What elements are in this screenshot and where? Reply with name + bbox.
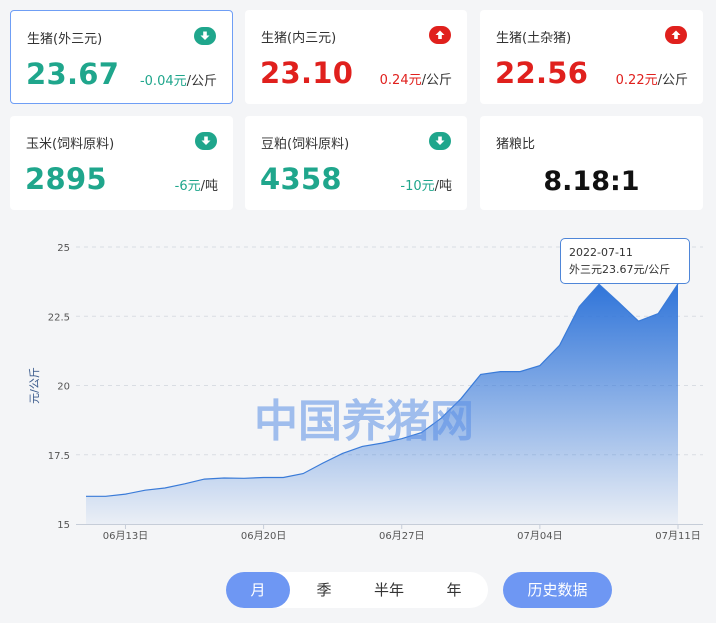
- card-name: 猪粮比: [496, 137, 536, 152]
- x-axis-ticks: 06月13日 06月20日 06月27日 07月04日 07月11日: [103, 524, 701, 542]
- y-axis-label: 元/公斤: [28, 367, 41, 404]
- y-tick-label: 22.5: [48, 312, 70, 323]
- x-tick-label: 07月11日: [655, 530, 700, 542]
- y-tick-label: 20: [57, 382, 70, 393]
- trend-up-icon: [429, 26, 451, 44]
- history-data-button[interactable]: 历史数据: [503, 572, 612, 608]
- period-selector: 月 季 半年 年: [226, 572, 488, 608]
- price-card-tuzazhu[interactable]: 生猪(土杂猪) 22.56 0.22元/公斤: [480, 10, 703, 104]
- tooltip-date: 2022-07-11: [569, 246, 633, 259]
- card-price: 23.67: [26, 57, 120, 91]
- tooltip-text: 外三元23.67元/公斤: [569, 263, 671, 276]
- card-change: -10元/吨: [400, 179, 452, 194]
- card-name: 豆粕(饲料原料): [261, 137, 350, 152]
- y-tick-label: 15: [57, 520, 70, 531]
- period-half-year-button[interactable]: 半年: [358, 572, 420, 608]
- x-tick-label: 06月20日: [241, 530, 286, 542]
- period-month-button[interactable]: 月: [226, 572, 290, 608]
- price-card-hog-grain-ratio[interactable]: 猪粮比 8.18:1: [480, 116, 703, 210]
- hog-grain-ratio-value: 8.18:1: [543, 166, 640, 197]
- trend-up-icon: [665, 26, 687, 44]
- x-tick-label: 06月27日: [379, 530, 424, 542]
- x-tick-label: 06月13日: [103, 530, 148, 542]
- card-name: 生猪(土杂猪): [496, 31, 572, 46]
- chart-tooltip: 2022-07-11 外三元23.67元/公斤: [560, 238, 690, 284]
- price-card-soymeal[interactable]: 豆粕(饲料原料) 4358 -10元/吨: [245, 116, 467, 210]
- y-axis-ticks: 15 17.5 20 22.5 25: [48, 243, 70, 531]
- period-quarter-button[interactable]: 季: [292, 572, 356, 608]
- x-tick-label: 07月04日: [517, 530, 562, 542]
- price-card-corn[interactable]: 玉米(饲料原料) 2895 -6元/吨: [10, 116, 233, 210]
- price-card-waisanyuan[interactable]: 生猪(外三元) 23.67 -0.04元/公斤: [10, 10, 233, 104]
- period-year-button[interactable]: 年: [422, 572, 486, 608]
- y-tick-label: 25: [57, 243, 70, 254]
- card-name: 生猪(内三元): [261, 31, 337, 46]
- card-price: 4358: [260, 162, 342, 196]
- card-change: -6元/吨: [174, 179, 218, 194]
- card-change: 0.24元/公斤: [379, 73, 452, 88]
- trend-down-icon: [429, 132, 451, 150]
- trend-down-icon: [195, 132, 217, 150]
- card-price: 22.56: [495, 56, 589, 90]
- card-change: 0.22元/公斤: [615, 73, 688, 88]
- card-name: 玉米(饲料原料): [26, 137, 115, 152]
- card-name: 生猪(外三元): [27, 32, 103, 47]
- card-price: 23.10: [260, 56, 354, 90]
- card-change: -0.04元/公斤: [139, 74, 217, 89]
- trend-down-icon: [194, 27, 216, 45]
- card-price: 2895: [25, 162, 107, 196]
- y-tick-label: 17.5: [48, 451, 70, 462]
- price-card-neisanyuan[interactable]: 生猪(内三元) 23.10 0.24元/公斤: [245, 10, 467, 104]
- watermark-text: 中国养猪网: [254, 396, 474, 447]
